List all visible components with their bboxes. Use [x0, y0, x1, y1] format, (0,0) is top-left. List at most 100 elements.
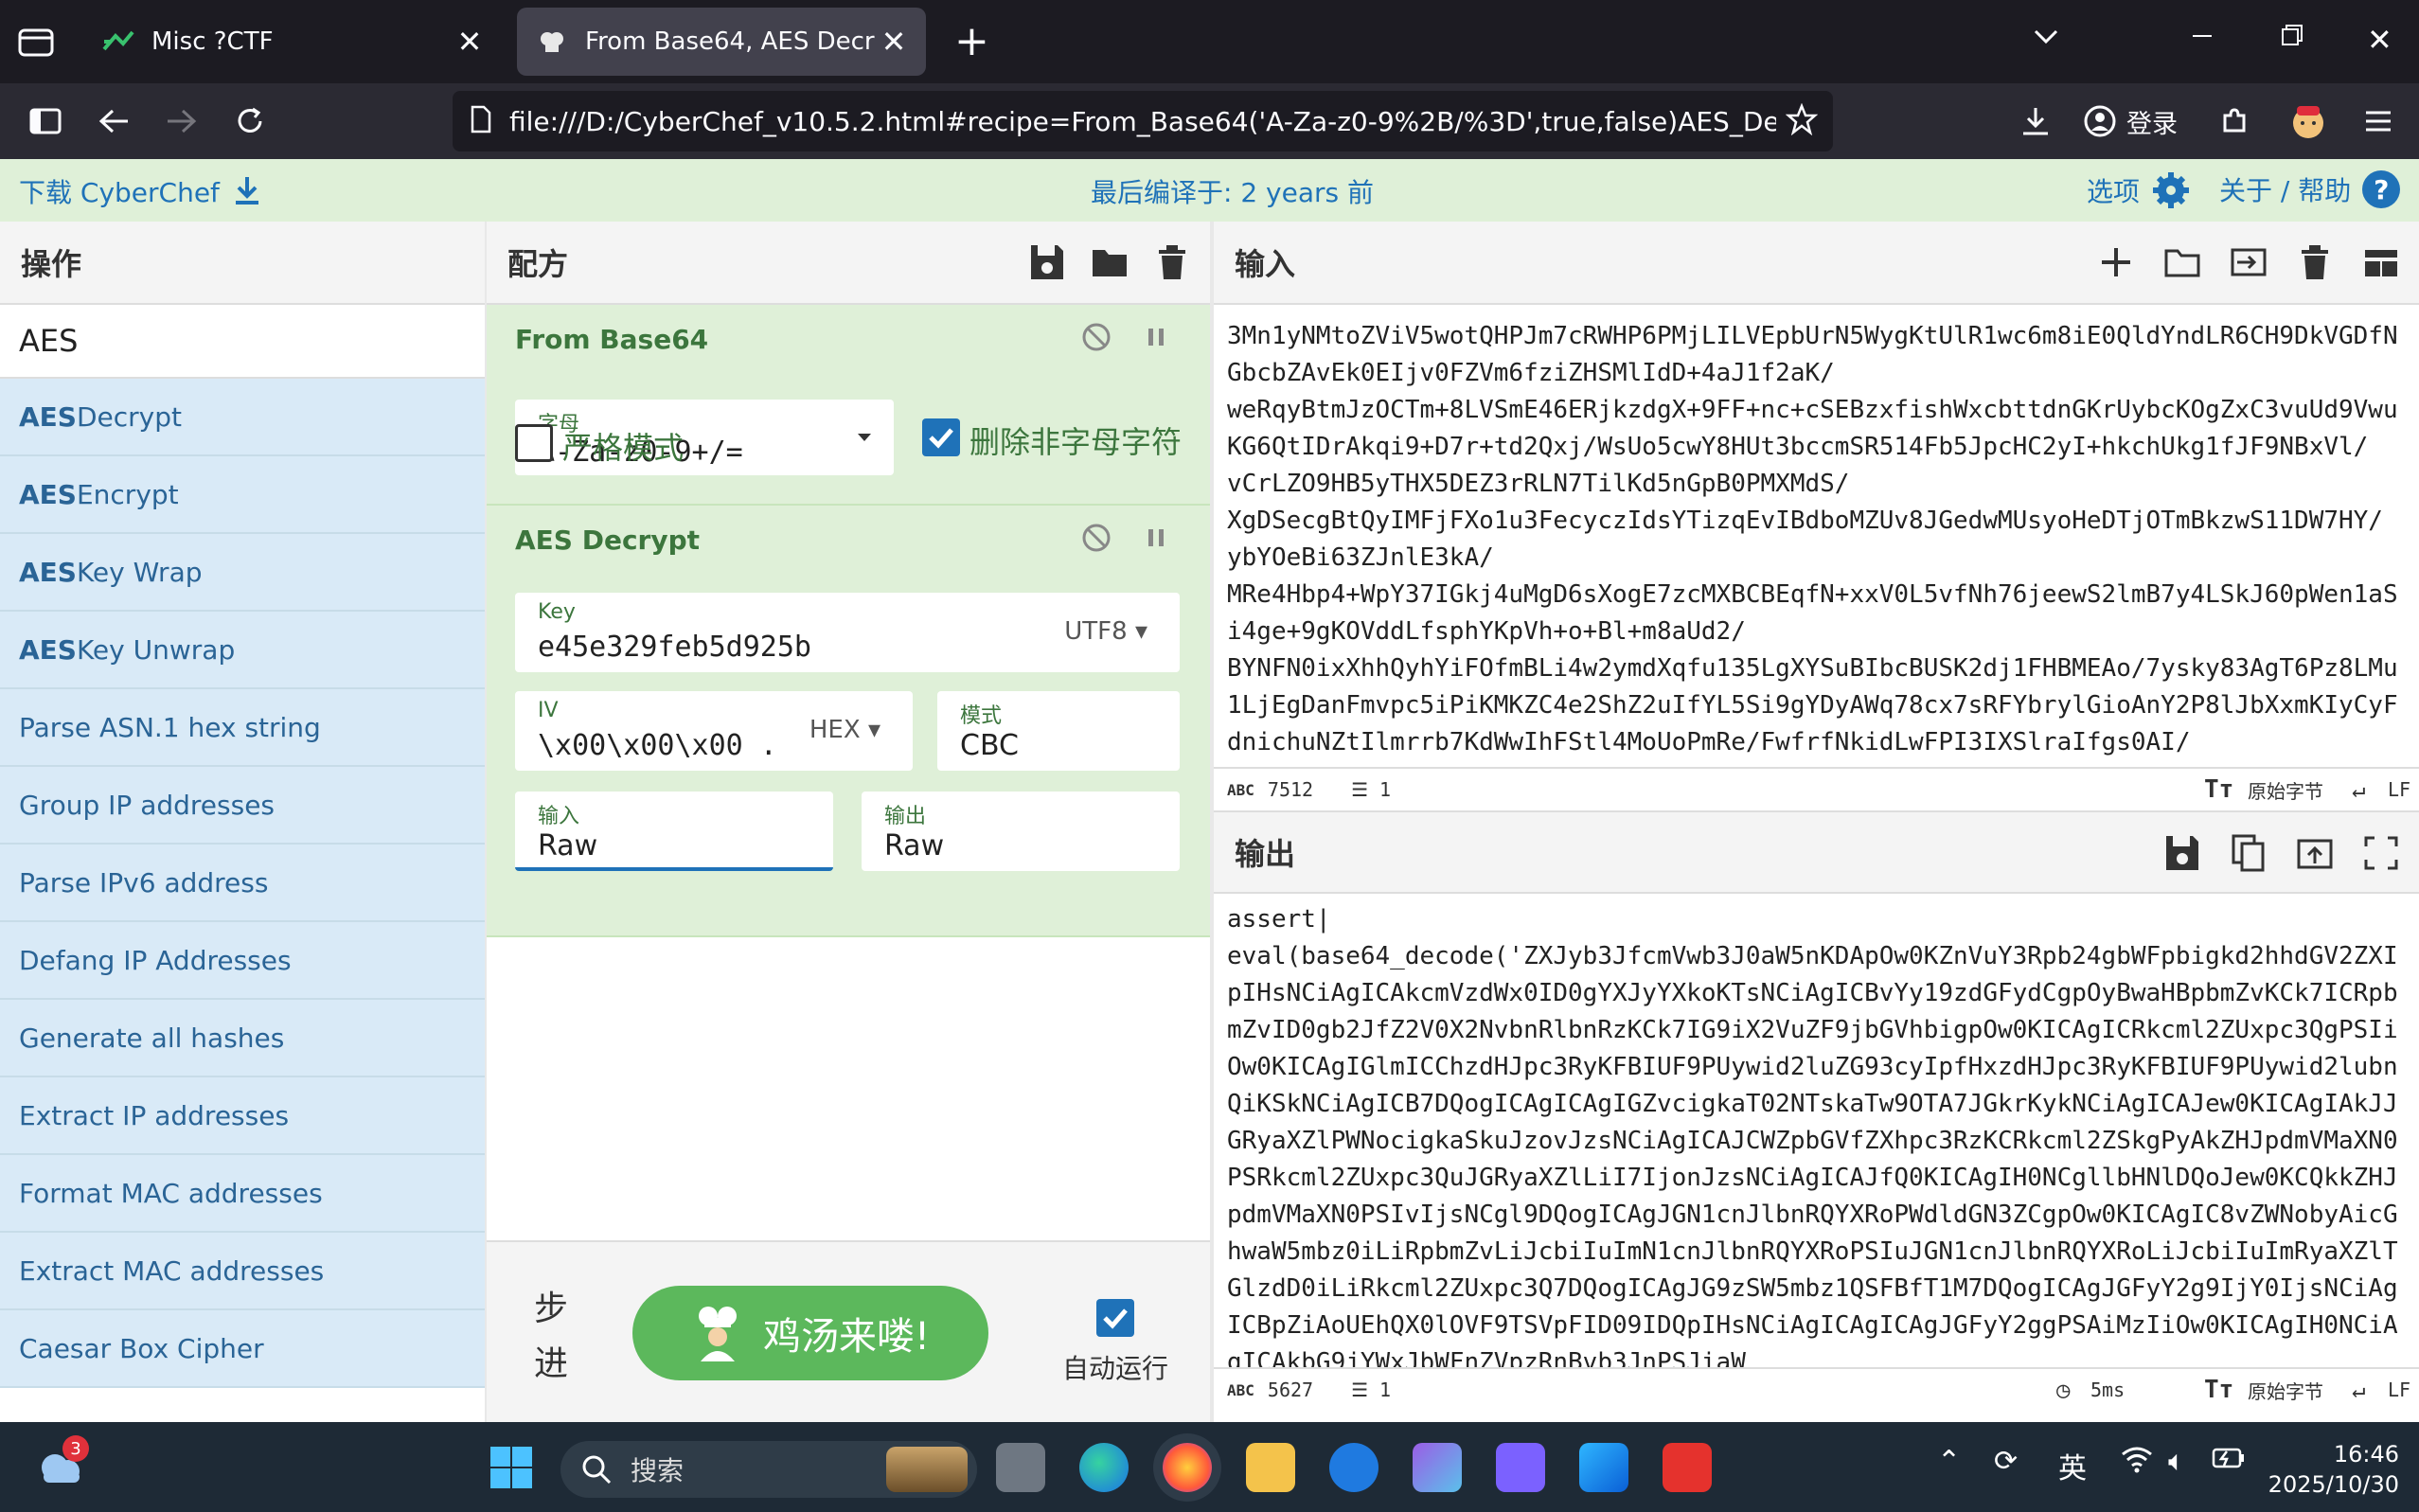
battery-icon[interactable] — [2212, 1445, 2246, 1478]
save-output-icon[interactable] — [2163, 833, 2201, 873]
open-file-icon[interactable] — [2230, 242, 2268, 282]
tab-close-icon[interactable]: ✕ — [875, 24, 913, 60]
bookmark-star-icon[interactable] — [1785, 102, 1819, 139]
clear-recipe-trash-icon[interactable] — [1153, 242, 1191, 282]
app-blue-icon[interactable] — [1329, 1443, 1378, 1492]
gear-icon — [2153, 172, 2190, 208]
input-method-indicator[interactable]: 英 — [2058, 1445, 2087, 1486]
clear-input-trash-icon[interactable] — [2296, 242, 2334, 282]
browser-tab-misc-ctf[interactable]: Misc ?CTF ✕ — [83, 8, 502, 76]
iv-encoding-dropdown[interactable]: HEX ▾ — [809, 716, 880, 744]
iv-input[interactable]: IV \x00\x00\x00 ... HEX ▾ — [515, 691, 913, 771]
browser-tab-cyberchef[interactable]: From Base64, AES Decrypt - C ✕ — [517, 8, 926, 76]
output-format-select[interactable]: 输出 Raw — [862, 792, 1180, 871]
output-encoding-label[interactable]: 原始字节 — [2248, 1377, 2323, 1404]
tray-overflow-chevron-icon[interactable]: ⌃ — [1937, 1445, 1961, 1478]
task-view-icon[interactable] — [996, 1443, 1045, 1492]
operation-item[interactable]: Parse IPv6 address — [0, 845, 485, 922]
input-format-select[interactable]: 输入 Raw — [515, 792, 833, 871]
extension-avatar-icon[interactable] — [2287, 100, 2329, 142]
strict-mode-checkbox[interactable] — [515, 424, 553, 462]
key-encoding-dropdown[interactable]: UTF8 ▾ — [1064, 617, 1147, 646]
mode-select[interactable]: 模式 CBC — [937, 691, 1180, 771]
load-recipe-folder-icon[interactable] — [1091, 242, 1129, 282]
operation-item[interactable]: AES Decrypt — [0, 379, 485, 456]
photos-app-icon[interactable] — [1413, 1443, 1462, 1492]
about-help-button[interactable]: 关于 / 帮助 ? — [2219, 170, 2401, 208]
operation-item[interactable]: Group IP addresses — [0, 767, 485, 845]
add-input-tab-plus-icon[interactable] — [2097, 242, 2135, 282]
input-eol-label[interactable]: LF — [2388, 778, 2410, 801]
input-textarea[interactable]: 3Mn1yNMtoZViV5wotQHPJm7cRWHP6PMjLILVEpbU… — [1214, 305, 2419, 767]
output-char-count: 5627 — [1267, 1379, 1314, 1401]
tab-close-icon[interactable]: ✕ — [451, 24, 489, 60]
copy-output-icon[interactable] — [2230, 833, 2268, 873]
edge-browser-icon[interactable] — [1079, 1443, 1129, 1492]
pause-breakpoint-icon[interactable] — [1146, 523, 1166, 553]
operation-item[interactable]: Defang IP Addresses — [0, 922, 485, 1000]
new-tab-plus-icon[interactable]: + — [954, 19, 989, 64]
operation-item[interactable]: AES Encrypt — [0, 456, 485, 534]
downloads-icon[interactable] — [2015, 100, 2056, 142]
app-menu-hamburger-icon[interactable] — [2357, 100, 2399, 142]
step-button[interactable]: 步进 — [534, 1282, 572, 1392]
address-bar[interactable]: file:///D:/CyberChef_v10.5.2.html#recipe… — [453, 91, 1833, 151]
operation-item[interactable]: Caesar Box Cipher — [0, 1310, 485, 1388]
taskbar-clock[interactable]: 16:46 2025/10/30 — [2267, 1439, 2399, 1500]
wifi-icon[interactable] — [2121, 1445, 2153, 1481]
app-purple-icon[interactable] — [1496, 1443, 1545, 1492]
dropdown-caret-icon: ▾ — [1134, 617, 1147, 646]
input-encoding-label[interactable]: 原始字节 — [2248, 776, 2323, 804]
back-arrow-icon[interactable] — [93, 100, 134, 142]
window-restore-icon[interactable] — [2280, 17, 2304, 62]
tray-sync-icon[interactable]: ⟳ — [1994, 1445, 2018, 1478]
operation-item[interactable]: AES Key Wrap — [0, 534, 485, 612]
operation-item[interactable]: Parse ASN.1 hex string — [0, 689, 485, 767]
bake-button[interactable]: 鸡汤来喽! — [632, 1286, 988, 1380]
strict-mode-label: 严格模式 — [562, 430, 685, 466]
operation-label: Generate all hashes — [19, 1022, 285, 1054]
sidebar-toggle-icon[interactable] — [25, 100, 66, 142]
auto-bake-toggle[interactable]: 自动运行 — [1049, 1299, 1182, 1386]
input-format-value: Raw — [538, 829, 598, 863]
save-recipe-icon[interactable] — [1028, 242, 1066, 282]
disable-ingredient-icon[interactable] — [1081, 523, 1112, 553]
reload-icon[interactable] — [229, 100, 271, 142]
taskbar-search-box[interactable]: 搜索 — [560, 1441, 977, 1498]
extensions-puzzle-icon[interactable] — [2214, 100, 2255, 142]
window-close-icon[interactable]: ✕ — [2367, 17, 2392, 62]
wps-office-icon[interactable] — [1663, 1443, 1712, 1492]
operation-item[interactable]: Extract IP addresses — [0, 1077, 485, 1155]
replace-input-with-output-icon[interactable] — [2296, 833, 2334, 873]
operations-search-input[interactable]: AES — [0, 305, 485, 379]
output-textarea[interactable]: assert| eval(base64_decode('ZXJyb3JfcmVw… — [1214, 894, 2419, 1367]
window-minimize-icon[interactable] — [2191, 17, 2214, 62]
volume-icon[interactable]: 🔈︎ — [2168, 1445, 2185, 1478]
maximise-output-icon[interactable] — [2362, 833, 2400, 873]
operation-item[interactable]: Extract MAC addresses — [0, 1233, 485, 1310]
disable-ingredient-icon[interactable] — [1081, 322, 1112, 352]
firefox-browser-icon[interactable] — [1163, 1443, 1212, 1492]
open-folder-icon[interactable] — [2163, 242, 2201, 282]
weather-widget[interactable]: 3 — [34, 1435, 91, 1496]
reset-layout-icon[interactable] — [2362, 242, 2400, 282]
operation-item[interactable]: Format MAC addresses — [0, 1155, 485, 1233]
operation-item[interactable]: AES Key Unwrap — [0, 612, 485, 689]
pause-breakpoint-icon[interactable] — [1146, 322, 1166, 352]
forward-arrow-icon[interactable] — [161, 100, 203, 142]
tab-manager-icon[interactable] — [17, 25, 55, 59]
input-title: 输入 — [1235, 246, 1296, 282]
file-explorer-icon[interactable] — [1246, 1443, 1295, 1492]
list-all-tabs-chevron-icon[interactable] — [2032, 17, 2060, 62]
output-eol-label[interactable]: LF — [2388, 1379, 2410, 1401]
download-cyberchef-link[interactable]: 下载 CyberChef — [19, 172, 261, 210]
key-input[interactable]: Key e45e329feb5d925b UTF8 ▾ — [515, 593, 1180, 672]
account-login-button[interactable]: 登录 — [2083, 97, 2178, 146]
remove-nonalpha-checkbox[interactable] — [922, 418, 960, 456]
start-windows-icon[interactable] — [489, 1445, 534, 1494]
options-button[interactable]: 选项 — [2087, 170, 2191, 210]
operation-item[interactable]: Generate all hashes — [0, 1000, 485, 1077]
auto-bake-checkbox[interactable] — [1096, 1299, 1134, 1337]
url-text[interactable]: file:///D:/CyberChef_v10.5.2.html#recipe… — [509, 106, 1776, 137]
wireshark-fin-icon[interactable] — [1579, 1443, 1628, 1492]
